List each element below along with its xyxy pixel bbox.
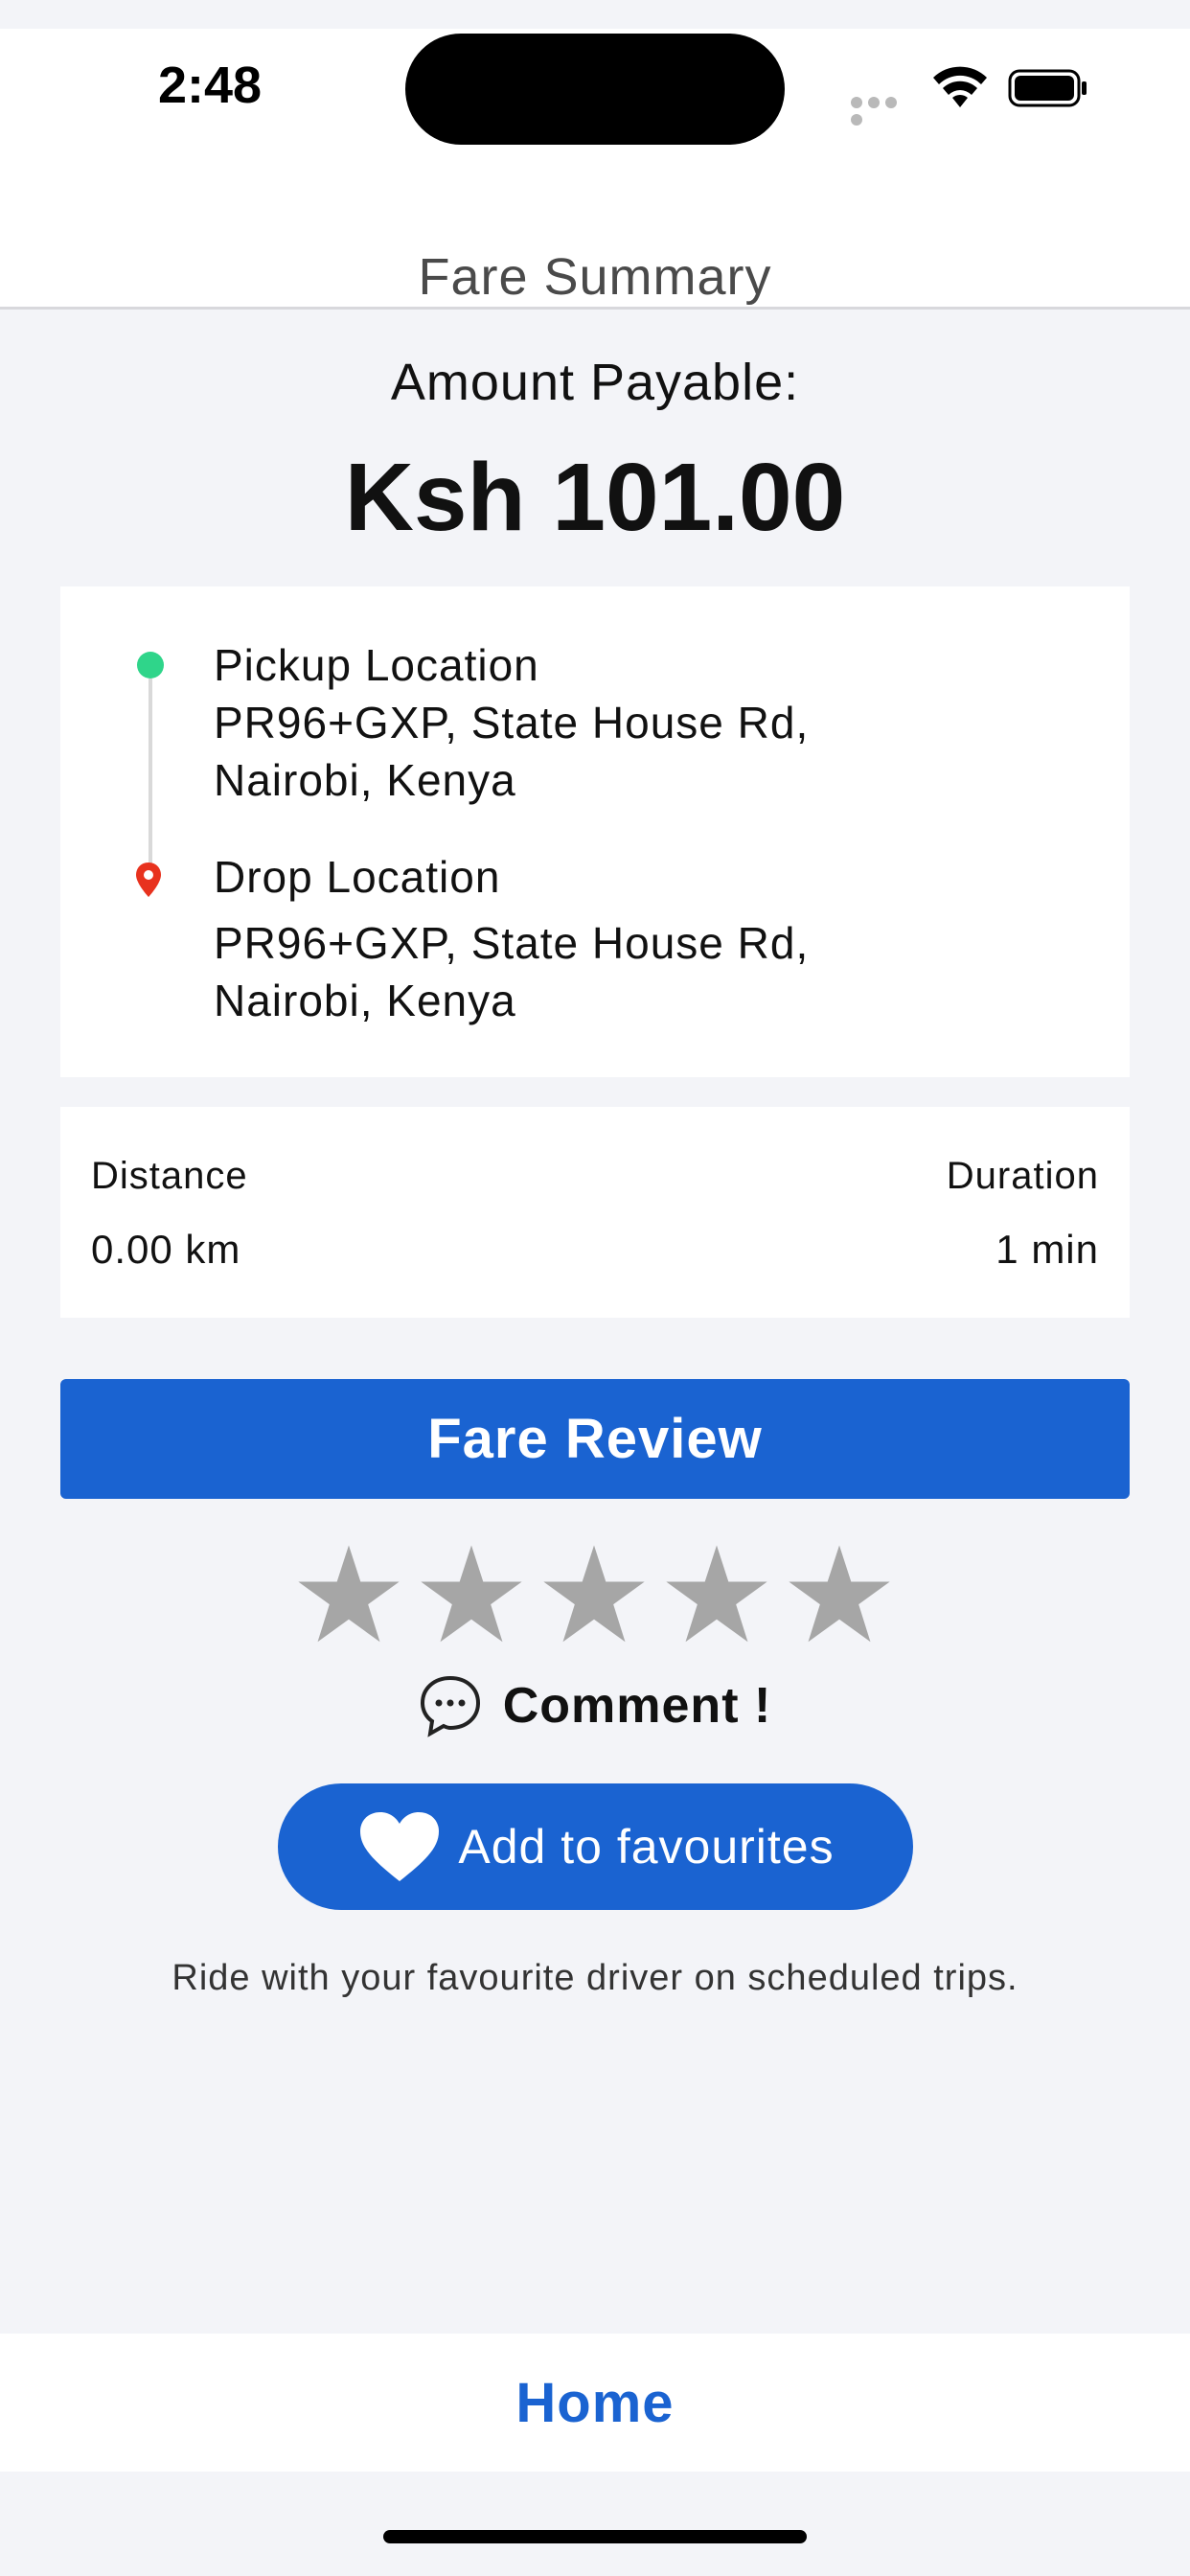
duration-value: 1 min	[995, 1227, 1099, 1272]
pickup-address: PR96+GXP, State House Rd, Nairobi, Kenya	[214, 694, 1076, 809]
nav-divider	[0, 307, 1190, 310]
fare-review-button[interactable]: Fare Review	[60, 1379, 1130, 1499]
star-4-icon[interactable]	[663, 1541, 770, 1648]
route-card: Pickup Location PR96+GXP, State House Rd…	[60, 586, 1130, 1077]
star-1-icon[interactable]	[295, 1541, 402, 1648]
wifi-icon	[933, 66, 987, 107]
chat-bubble-icon	[420, 1675, 480, 1737]
duration-label: Duration	[946, 1155, 1099, 1197]
dynamic-island	[405, 34, 785, 145]
page-title: Fare Summary	[418, 248, 772, 306]
comment-button[interactable]: Comment !	[0, 1668, 1190, 1744]
drop-address: PR96+GXP, State House Rd, Nairobi, Kenya	[214, 914, 1076, 1029]
bottom-bar: Home	[0, 2334, 1190, 2472]
add-to-favourites-button[interactable]: Add to favourites	[278, 1783, 913, 1910]
status-time: 2:48	[158, 57, 263, 114]
cellular-signal-icon	[851, 96, 914, 126]
pickup-address-line2: Nairobi, Kenya	[214, 755, 516, 805]
star-rating	[295, 1541, 899, 1651]
drop-address-line1: PR96+GXP, State House Rd,	[214, 918, 810, 968]
distance-value: 0.00 km	[91, 1227, 241, 1272]
heart-icon	[360, 1812, 440, 1881]
star-2-icon[interactable]	[418, 1541, 525, 1648]
drop-title: Drop Location	[214, 852, 501, 902]
home-button[interactable]: Home	[515, 2371, 674, 2435]
amount-payable-value: Ksh 101.00	[344, 444, 846, 551]
drop-pin-icon	[136, 862, 161, 897]
battery-icon	[1008, 69, 1087, 107]
pickup-address-line1: PR96+GXP, State House Rd,	[214, 698, 810, 748]
route-line	[149, 678, 152, 870]
pickup-dot-icon	[137, 652, 164, 678]
comment-label: Comment !	[502, 1678, 772, 1734]
amount-payable-label: Amount Payable:	[390, 354, 800, 411]
trip-details-card: Distance 0.00 km Duration 1 min	[60, 1107, 1130, 1318]
favourites-hint-text: Ride with your favourite driver on sched…	[172, 1958, 1018, 1998]
home-indicator[interactable]	[383, 2530, 807, 2543]
distance-label: Distance	[91, 1155, 248, 1197]
star-5-icon[interactable]	[786, 1541, 893, 1648]
drop-address-line2: Nairobi, Kenya	[214, 976, 516, 1025]
status-bar	[0, 0, 1190, 29]
nav-bar-content: Fare Summary	[0, 172, 1190, 307]
pickup-title: Pickup Location	[214, 640, 539, 690]
add-to-favourites-label: Add to favourites	[458, 1820, 835, 1874]
star-3-icon[interactable]	[540, 1541, 648, 1648]
